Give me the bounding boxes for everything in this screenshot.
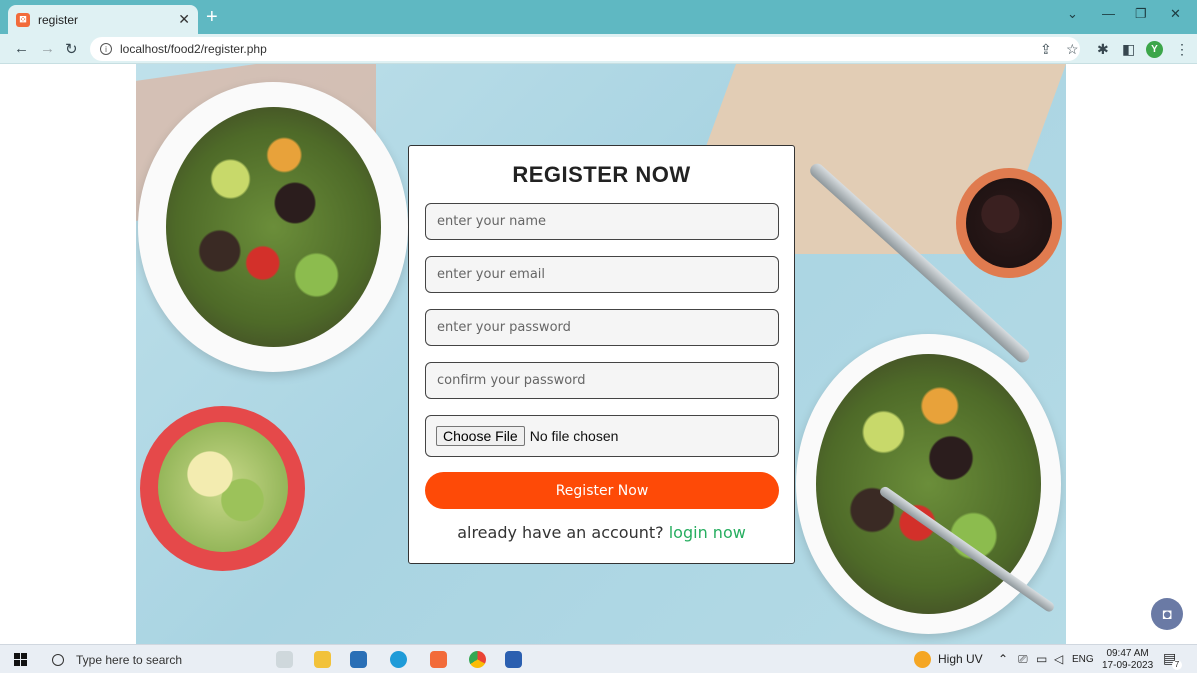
- xampp-taskbar-icon[interactable]: [430, 651, 447, 668]
- language-indicator[interactable]: ENG: [1072, 654, 1094, 665]
- chevron-down-icon[interactable]: ⌄: [1067, 6, 1078, 22]
- info-icon[interactable]: i: [100, 43, 112, 55]
- image-file-input: Choose File No file chosen: [425, 415, 779, 457]
- task-view-icon[interactable]: [276, 651, 293, 668]
- assistant-fab-icon[interactable]: ◘: [1151, 598, 1183, 630]
- close-icon[interactable]: ✕: [178, 11, 190, 28]
- restore-button[interactable]: ❐: [1135, 6, 1147, 22]
- weather-text[interactable]: High UV: [938, 652, 983, 666]
- url-text: localhost/food2/register.php: [120, 42, 267, 56]
- browser-tab-strip: ⊠ register ✕ + ⌄ — ❐ ✕: [0, 0, 1197, 34]
- share-icon[interactable]: ⇪: [1040, 41, 1052, 58]
- register-form: REGISTER NOW Choose File No file chosen …: [408, 145, 795, 564]
- menu-kebab-icon[interactable]: ⋮: [1175, 41, 1189, 58]
- system-clock[interactable]: 09:47 AM 17-09-2023: [1102, 648, 1153, 672]
- clock-date: 17-09-2023: [1102, 660, 1154, 671]
- file-status: No file chosen: [529, 428, 619, 444]
- file-explorer-icon[interactable]: [314, 651, 331, 668]
- battery-icon[interactable]: ▭: [1036, 652, 1047, 666]
- avatar[interactable]: Y: [1146, 41, 1163, 58]
- url-field[interactable]: i localhost/food2/register.php: [90, 37, 1080, 61]
- reload-button[interactable]: ↻: [65, 40, 78, 58]
- new-tab-button[interactable]: +: [206, 6, 218, 29]
- notification-count-badge: 7: [1172, 660, 1182, 670]
- email-input[interactable]: [425, 256, 779, 293]
- beans-bowl: [956, 168, 1062, 278]
- login-link[interactable]: login now: [669, 523, 746, 542]
- login-prompt-text: already have an account?: [457, 523, 664, 542]
- forward-button[interactable]: →: [40, 40, 55, 57]
- page-viewport: REGISTER NOW Choose File No file chosen …: [0, 64, 1197, 644]
- side-panel-icon[interactable]: ◧: [1122, 41, 1135, 58]
- windows-start-icon[interactable]: [14, 653, 27, 666]
- page-title: REGISTER NOW: [512, 162, 691, 187]
- clock-time: 09:47 AM: [1106, 648, 1149, 659]
- choose-file-button[interactable]: Choose File: [436, 426, 525, 446]
- taskbar-search[interactable]: Type here to search: [44, 645, 264, 674]
- chrome-icon[interactable]: [469, 651, 486, 668]
- login-prompt: already have an account? login now: [425, 523, 778, 542]
- chevron-up-icon[interactable]: ⌃: [998, 652, 1008, 666]
- password-input[interactable]: [425, 309, 779, 346]
- extensions-icon[interactable]: ✱: [1097, 41, 1109, 58]
- minimize-button[interactable]: —: [1102, 6, 1115, 21]
- back-button[interactable]: ←: [14, 40, 29, 57]
- bookmark-star-icon[interactable]: ☆: [1066, 41, 1079, 58]
- address-bar: ← → ↻ i localhost/food2/register.php ⇪ ☆…: [0, 34, 1197, 64]
- register-button[interactable]: Register Now: [425, 472, 779, 509]
- avocado-bowl: [140, 406, 305, 571]
- edge-icon[interactable]: [390, 651, 407, 668]
- network-icon[interactable]: ⎚: [1018, 652, 1028, 667]
- xampp-icon: ⊠: [16, 12, 30, 27]
- search-placeholder: Type here to search: [76, 652, 183, 667]
- tab-title: register: [38, 12, 79, 27]
- uv-weather-icon[interactable]: [914, 651, 931, 668]
- name-input[interactable]: [425, 203, 779, 240]
- browser-tab[interactable]: ⊠ register ✕: [8, 5, 198, 34]
- windows-taskbar: Type here to search High UV ⌃ ⎚ ▭ ◁ ENG …: [0, 644, 1197, 673]
- mail-icon[interactable]: [350, 651, 367, 668]
- word-icon[interactable]: [505, 651, 522, 668]
- confirm-password-input[interactable]: [425, 362, 779, 399]
- volume-icon[interactable]: ◁: [1054, 652, 1063, 666]
- search-icon: [52, 653, 64, 666]
- window-close-button[interactable]: ✕: [1170, 6, 1181, 22]
- plate-top-left: [138, 82, 408, 372]
